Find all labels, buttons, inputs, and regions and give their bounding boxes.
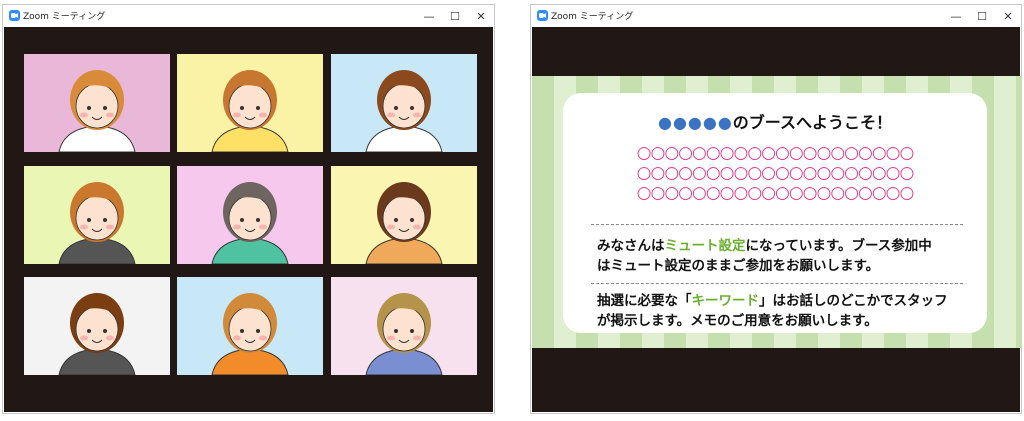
avatar-illustration bbox=[211, 70, 289, 152]
window-title: Zoom ミーティング bbox=[551, 12, 634, 22]
close-button[interactable]: ✕ bbox=[995, 5, 1021, 27]
slide-card: ●●●●●のブースへようこそ！ ○○○○○○○○○○○○○○○○○○○○ ○○○… bbox=[563, 93, 987, 333]
avatar-illustration bbox=[365, 293, 443, 375]
placeholder-row-2: ○○○○○○○○○○○○○○○○○○○○ bbox=[636, 163, 915, 183]
participant-video-mother-with-baby[interactable] bbox=[24, 54, 170, 152]
participant-video-woman-with-bun[interactable] bbox=[24, 277, 170, 375]
participant-video-mother-with-baby-waving[interactable] bbox=[177, 277, 323, 375]
maximize-button[interactable]: ☐ bbox=[969, 5, 995, 27]
participant-video-woman-in-suit-pointing[interactable] bbox=[24, 166, 170, 264]
avatar-illustration bbox=[211, 293, 289, 375]
gallery-view bbox=[4, 27, 493, 412]
zoom-app-icon bbox=[537, 10, 548, 21]
close-button[interactable]: ✕ bbox=[468, 5, 494, 27]
booth-name-placeholder: ●●●●● bbox=[657, 113, 733, 132]
zoom-window-gallery: Zoom ミーティング — ☐ ✕ bbox=[2, 4, 495, 414]
minimize-button[interactable]: — bbox=[943, 5, 969, 27]
avatar-illustration bbox=[365, 70, 443, 152]
participant-video-woman-gray-hair[interactable] bbox=[177, 166, 323, 264]
mute-message: みなさんはミュート設定になっています。ブース参加中 はミュート設定のままご参加を… bbox=[597, 238, 932, 274]
avatar-illustration bbox=[58, 70, 136, 152]
divider bbox=[591, 224, 963, 225]
zoom-window-share: Zoom ミーティング — ☐ ✕ ●●●●●のブースへようこそ！ ○○○○○○… bbox=[530, 4, 1022, 414]
avatar-illustration bbox=[365, 182, 443, 264]
window-title: Zoom ミーティング bbox=[23, 12, 106, 22]
shared-screen: ●●●●●のブースへようこそ！ ○○○○○○○○○○○○○○○○○○○○ ○○○… bbox=[532, 27, 1022, 412]
participant-video-mother-and-daughter[interactable] bbox=[177, 54, 323, 152]
title-bar[interactable]: Zoom ミーティング — ☐ ✕ bbox=[531, 5, 1021, 27]
zoom-app-icon bbox=[9, 10, 20, 21]
maximize-button[interactable]: ☐ bbox=[442, 5, 468, 27]
placeholder-row-3: ○○○○○○○○○○○○○○○○○○○○ bbox=[636, 183, 915, 203]
participant-video-woman-bob-hair[interactable] bbox=[331, 54, 477, 152]
placeholder-row-1: ○○○○○○○○○○○○○○○○○○○○ bbox=[636, 143, 915, 163]
avatar-illustration bbox=[58, 293, 136, 375]
minimize-button[interactable]: — bbox=[416, 5, 442, 27]
avatar-illustration bbox=[211, 182, 289, 264]
title-bar[interactable]: Zoom ミーティング — ☐ ✕ bbox=[3, 5, 494, 27]
participant-video-woman-short-hair[interactable] bbox=[331, 277, 477, 375]
booth-slide: ●●●●●のブースへようこそ！ ○○○○○○○○○○○○○○○○○○○○ ○○○… bbox=[532, 76, 1022, 348]
keyword-message: 抽選に必要な「キーワード」はお話しのどこかでスタッフ が掲示します。メモのご用意… bbox=[597, 293, 948, 329]
divider bbox=[591, 283, 963, 284]
avatar-illustration bbox=[58, 182, 136, 264]
participant-video-woman-with-glasses[interactable] bbox=[331, 166, 477, 264]
welcome-headline: ●●●●●のブースへようこそ！ bbox=[657, 113, 892, 132]
